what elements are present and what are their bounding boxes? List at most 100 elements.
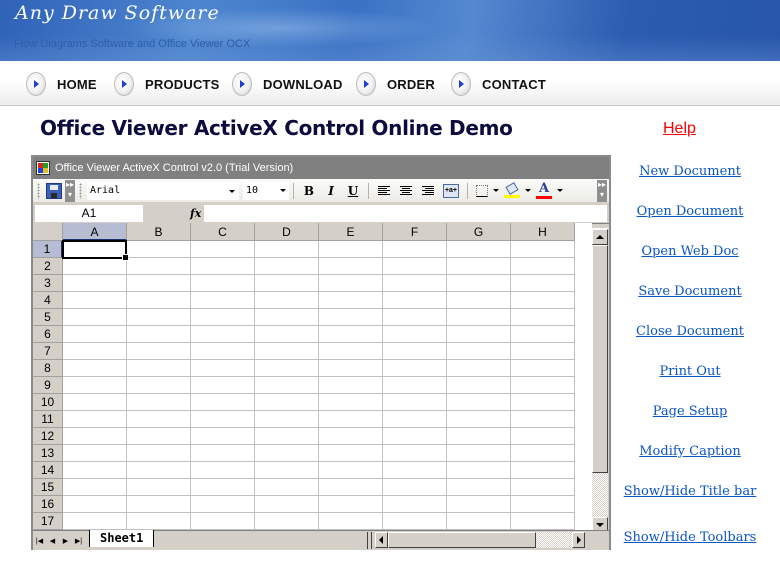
cell-h5[interactable] [511, 309, 575, 326]
toolbar-options-icon[interactable]: ▸▸ ▾ [597, 180, 607, 202]
underline-button[interactable]: U [342, 181, 364, 201]
cell-b17[interactable] [127, 513, 191, 530]
cell-g14[interactable] [447, 462, 511, 479]
cell-e2[interactable] [319, 258, 383, 275]
cell-g17[interactable] [447, 513, 511, 530]
nav-order[interactable]: ORDER [356, 72, 435, 96]
bold-button[interactable]: B [298, 181, 320, 201]
row-header-8[interactable]: 8 [33, 360, 63, 377]
modify-caption-link[interactable]: Modify Caption [639, 444, 741, 459]
cell-a5[interactable] [63, 309, 127, 326]
cell-a2[interactable] [63, 258, 127, 275]
vertical-scroll-thumb[interactable] [592, 245, 608, 473]
cell-c7[interactable] [191, 343, 255, 360]
cell-d15[interactable] [255, 479, 319, 496]
save-button[interactable] [43, 181, 65, 201]
cell-f17[interactable] [383, 513, 447, 530]
column-header-a[interactable]: A [63, 223, 127, 241]
cell-c16[interactable] [191, 496, 255, 513]
nav-download[interactable]: DOWNLOAD [232, 72, 343, 96]
show-hide-toolbars-link[interactable]: Show/Hide Toolbars [624, 530, 757, 545]
cell-f15[interactable] [383, 479, 447, 496]
cell-a12[interactable] [63, 428, 127, 445]
cell-f8[interactable] [383, 360, 447, 377]
open-document-link[interactable]: Open Document [637, 204, 744, 219]
last-sheet-button[interactable]: ▶| [72, 533, 85, 549]
row-header-11[interactable]: 11 [33, 411, 63, 428]
cell-f5[interactable] [383, 309, 447, 326]
tab-split-handle[interactable] [367, 532, 372, 549]
cell-d10[interactable] [255, 394, 319, 411]
vertical-scrollbar[interactable] [592, 223, 609, 530]
cell-d5[interactable] [255, 309, 319, 326]
cell-c10[interactable] [191, 394, 255, 411]
row-header-15[interactable]: 15 [33, 479, 63, 496]
horizontal-scroll-thumb[interactable] [387, 532, 536, 548]
row-header-12[interactable]: 12 [33, 428, 63, 445]
cell-e15[interactable] [319, 479, 383, 496]
row-header-4[interactable]: 4 [33, 292, 63, 309]
cell-f6[interactable] [383, 326, 447, 343]
cell-h10[interactable] [511, 394, 575, 411]
cell-f2[interactable] [383, 258, 447, 275]
cell-e13[interactable] [319, 445, 383, 462]
cell-e5[interactable] [319, 309, 383, 326]
cell-e6[interactable] [319, 326, 383, 343]
column-header-c[interactable]: C [191, 223, 255, 241]
cell-e3[interactable] [319, 275, 383, 292]
cell-a9[interactable] [63, 377, 127, 394]
cell-g11[interactable] [447, 411, 511, 428]
show-hide-title-bar-link[interactable]: Show/Hide Title bar [624, 484, 757, 499]
column-header-g[interactable]: G [447, 223, 511, 241]
prev-sheet-button[interactable]: ◀ [46, 533, 59, 549]
row-header-2[interactable]: 2 [33, 258, 63, 275]
cell-c8[interactable] [191, 360, 255, 377]
row-header-1[interactable]: 1 [33, 241, 63, 258]
row-header-9[interactable]: 9 [33, 377, 63, 394]
cell-c9[interactable] [191, 377, 255, 394]
cell-f14[interactable] [383, 462, 447, 479]
page-setup-link[interactable]: Page Setup [653, 404, 728, 419]
cell-c1[interactable] [191, 241, 255, 258]
cell-d6[interactable] [255, 326, 319, 343]
italic-button[interactable]: I [320, 181, 342, 201]
cell-a11[interactable] [63, 411, 127, 428]
cell-h1[interactable] [511, 241, 575, 258]
scroll-down-button[interactable] [592, 517, 608, 530]
cell-c6[interactable] [191, 326, 255, 343]
nav-home[interactable]: HOME [26, 72, 97, 96]
row-header-7[interactable]: 7 [33, 343, 63, 360]
cell-f12[interactable] [383, 428, 447, 445]
cell-g12[interactable] [447, 428, 511, 445]
cell-g6[interactable] [447, 326, 511, 343]
column-header-f[interactable]: F [383, 223, 447, 241]
cell-h16[interactable] [511, 496, 575, 513]
select-all-corner[interactable] [33, 223, 63, 241]
save-document-link[interactable]: Save Document [638, 284, 741, 299]
row-header-10[interactable]: 10 [33, 394, 63, 411]
cell-g16[interactable] [447, 496, 511, 513]
cell-b14[interactable] [127, 462, 191, 479]
cell-e8[interactable] [319, 360, 383, 377]
horizontal-scroll-track[interactable] [535, 532, 573, 548]
cell-g7[interactable] [447, 343, 511, 360]
cell-b12[interactable] [127, 428, 191, 445]
cell-d13[interactable] [255, 445, 319, 462]
cell-a4[interactable] [63, 292, 127, 309]
sheet-tab-sheet1[interactable]: Sheet1 [89, 530, 155, 547]
cell-c4[interactable] [191, 292, 255, 309]
cell-a13[interactable] [63, 445, 127, 462]
cell-e1[interactable] [319, 241, 383, 258]
cell-d17[interactable] [255, 513, 319, 530]
cell-f3[interactable] [383, 275, 447, 292]
cell-e7[interactable] [319, 343, 383, 360]
column-header-e[interactable]: E [319, 223, 383, 241]
cell-e14[interactable] [319, 462, 383, 479]
formula-input[interactable] [204, 204, 607, 222]
cell-b7[interactable] [127, 343, 191, 360]
cell-e12[interactable] [319, 428, 383, 445]
cell-f13[interactable] [383, 445, 447, 462]
cell-g2[interactable] [447, 258, 511, 275]
cell-d8[interactable] [255, 360, 319, 377]
cell-g9[interactable] [447, 377, 511, 394]
